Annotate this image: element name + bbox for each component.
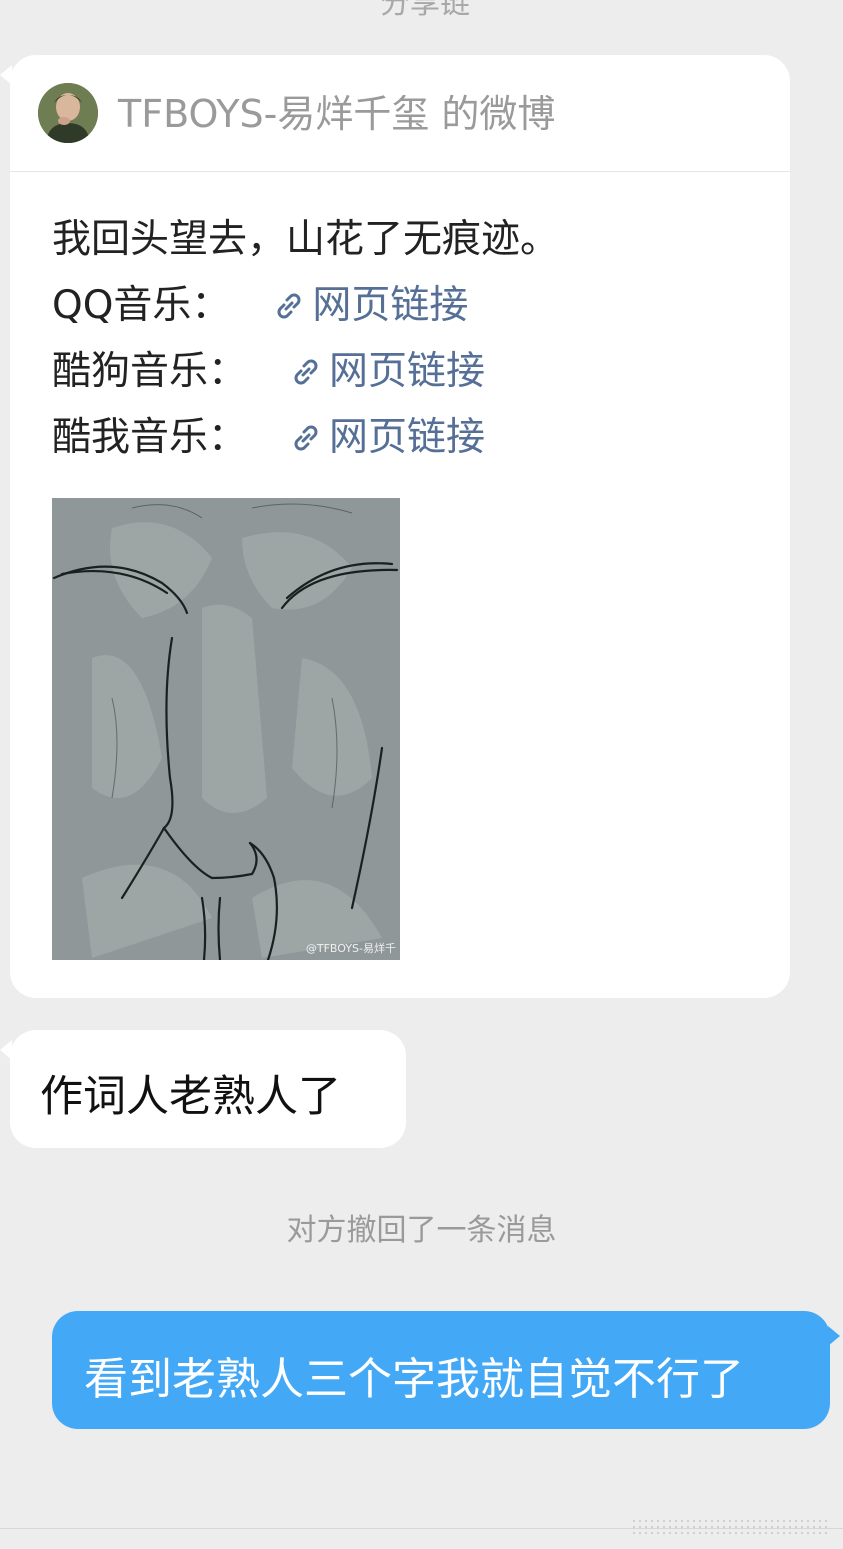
avatar[interactable] <box>38 83 98 143</box>
link-icon <box>277 293 301 319</box>
card-source-title[interactable]: TFBOYS-易烊千玺 的微博 <box>118 91 555 137</box>
received-message-text: 作词人老熟人了 <box>40 1072 341 1122</box>
web-link[interactable]: 网页链接 <box>289 405 485 471</box>
web-link-label[interactable]: 网页链接 <box>329 405 485 471</box>
sketch-drawing <box>52 498 400 960</box>
link-icon <box>294 359 318 385</box>
post-line: QQ音乐： 网页链接 <box>52 273 559 339</box>
post-line: 酷狗音乐： 网页链接 <box>52 339 559 405</box>
post-image[interactable]: @TFBOYS-易烊千 <box>52 498 400 960</box>
web-link[interactable]: 网页链接 <box>289 339 485 405</box>
post-line-text: 我回头望去，山花了无痕迹。 <box>52 217 560 262</box>
recall-notice: 对方撤回了一条消息 <box>286 1213 557 1248</box>
web-link-label[interactable]: 网页链接 <box>329 339 485 405</box>
shared-weibo-card[interactable]: TFBOYS-易烊千玺 的微博 我回头望去，山花了无痕迹。 QQ音乐： 网页链接… <box>10 55 790 998</box>
sent-message-bubble[interactable]: 看到老熟人三个字我就自觉不行了 <box>52 1311 830 1429</box>
received-message-bubble[interactable]: 作词人老熟人了 <box>10 1030 406 1148</box>
web-link-label[interactable]: 网页链接 <box>312 273 468 339</box>
post-line: 酷我音乐： 网页链接 <box>52 405 559 471</box>
card-header[interactable]: TFBOYS-易烊千玺 的微博 <box>10 55 790 172</box>
post-line: 我回头望去，山花了无痕迹。 <box>52 207 559 273</box>
link-icon <box>294 425 318 451</box>
post-line-label: 酷狗音乐： <box>52 349 248 394</box>
watermark-dots <box>631 1518 831 1538</box>
sent-message-text: 看到老熟人三个字我就自觉不行了 <box>84 1354 744 1405</box>
web-link[interactable]: 网页链接 <box>272 273 468 339</box>
post-line-label: 酷我音乐： <box>52 415 248 460</box>
post-line-label: QQ音乐： <box>52 283 231 328</box>
post-text: 我回头望去，山花了无痕迹。 QQ音乐： 网页链接 酷狗音乐： 网页链接 酷我音乐… <box>52 207 559 471</box>
sent-bubble-tail <box>828 1326 840 1346</box>
top-partial-text: 分享链 <box>380 0 470 21</box>
image-watermark: @TFBOYS-易烊千 <box>305 942 396 955</box>
